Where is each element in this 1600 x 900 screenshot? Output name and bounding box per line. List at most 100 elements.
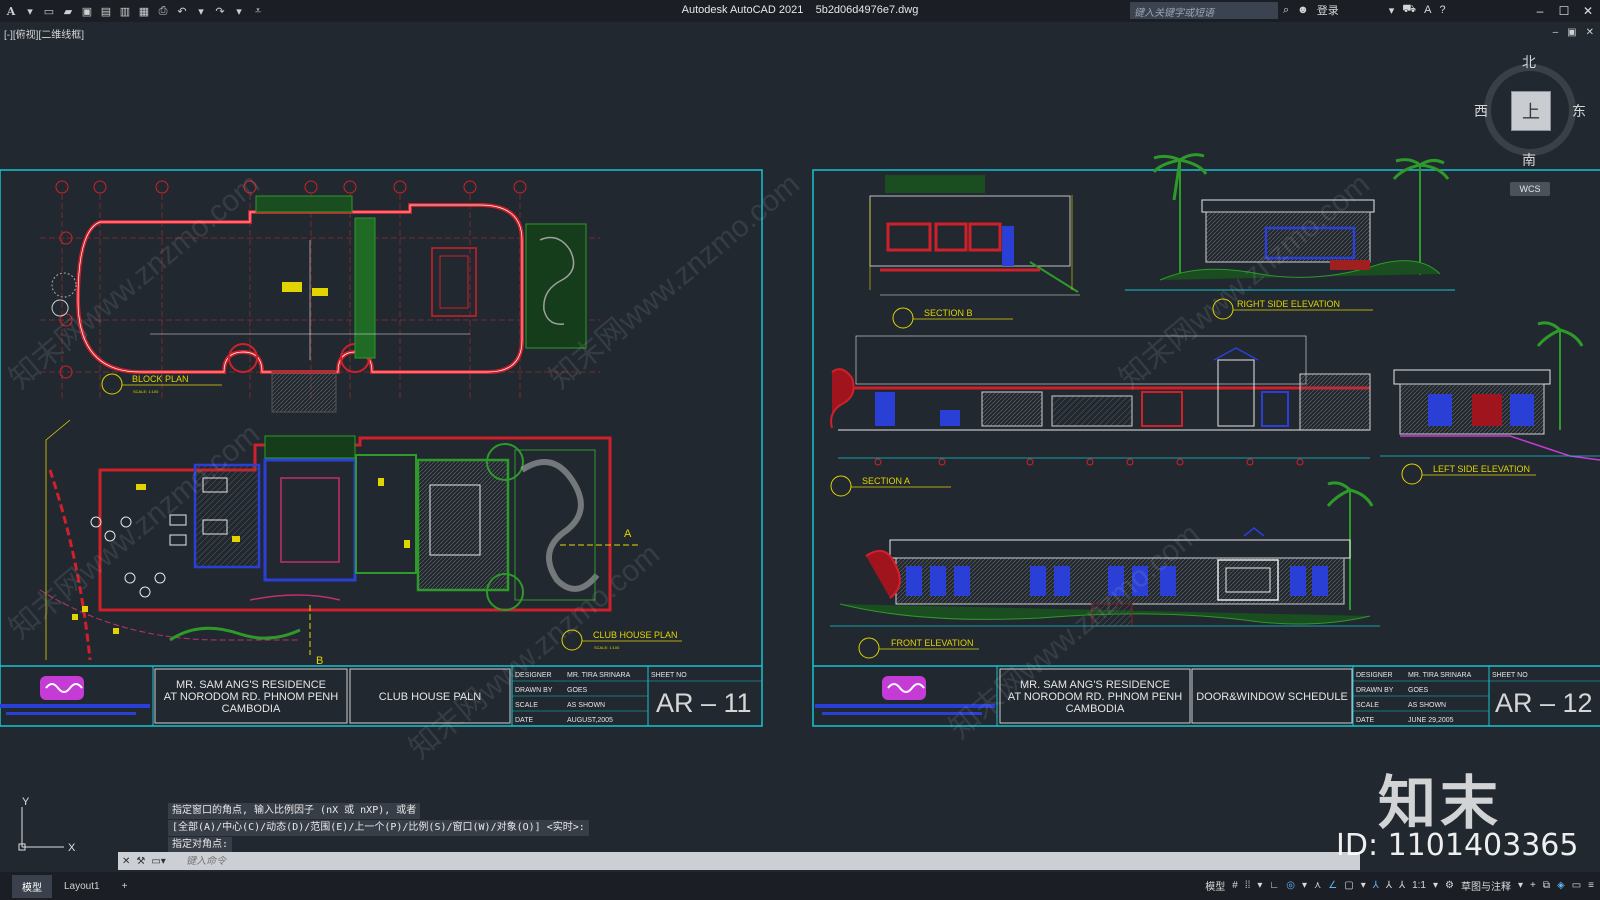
scale-value: AS SHOWN [1408,702,1446,709]
plot-icon[interactable]: ▦ [137,4,151,18]
doc-minimize-icon[interactable]: – [1553,27,1559,38]
polar-arrow-icon[interactable]: ▾ [1302,880,1307,891]
watermark-id: ID: 1101403365 [1336,828,1579,863]
scale-value: AS SHOWN [567,702,605,709]
recent-commands-icon[interactable]: ▭▾ [151,856,165,867]
viewcube[interactable]: 上 北 南 西 东 [1474,54,1586,170]
undo-arrow-icon[interactable]: ▾ [194,4,208,18]
command-input[interactable] [186,855,786,867]
autocad-logo-icon[interactable]: A [4,4,18,18]
cart-icon[interactable]: ⛟ [1402,3,1416,17]
customize-icon[interactable]: ⚒ [136,856,145,867]
minimize-icon[interactable]: – [1528,0,1552,22]
customization-menu-icon[interactable]: ≡ [1588,880,1594,891]
grid-icon[interactable]: # [1232,880,1238,891]
app-menu-arrow-icon[interactable]: ▾ [23,4,37,18]
club-house-plan-scale: SCALE: 1:100 [594,645,620,650]
web-mobile-icon[interactable]: ▥ [118,4,132,18]
compass-east[interactable]: 东 [1572,101,1586,121]
sheet-no-label: SHEET NO [1492,672,1528,679]
object-snap-arrow-icon[interactable]: ▾ [1361,880,1366,891]
compass-south[interactable]: 南 [1522,150,1536,170]
plus-icon[interactable]: + [1530,880,1536,891]
close-icon[interactable]: ✕ [1576,0,1600,22]
command-history-line: 指定窗口的角点, 输入比例因子 (nX 或 nXP), 或者 [168,803,421,819]
app-name: Autodesk AutoCAD 2021 [681,4,804,16]
ucs-x-label: X [68,842,76,854]
title-block-ar-12: MR. SAM ANG'S RESIDENCE AT NORODOM RD. P… [813,665,1600,726]
doc-restore-icon[interactable]: ▣ [1567,27,1576,38]
doc-close-icon[interactable]: ✕ [1586,27,1594,38]
model-space-toggle[interactable]: 模型 [1205,878,1225,893]
help-search-input[interactable]: 键入关键字或短语 [1130,2,1278,19]
maximize-icon[interactable]: ☐ [1552,0,1576,22]
workspace-switch[interactable]: 草图与注释 [1461,878,1511,893]
drawn-by-value: GOES [1408,687,1429,694]
add-layout-icon[interactable]: + [112,877,138,896]
designer-value: MR. TIRA SRINARA [567,672,631,679]
section-b-title: SECTION B [924,308,973,318]
object-snap-icon[interactable]: ▢ [1344,880,1353,891]
sheet-ar-11: A B BLOCK PLAN SCALE: 1:100 CLUB HOUSE P… [0,169,763,727]
auto-scale-icon[interactable]: ⅄ [1386,880,1392,891]
status-bar: 模型 Layout1 + 模型 # ⁞⁞ ▾ ∟ ◎ ▾ ⋏ ∠ ▢ ▾ ⅄ ⅄… [0,872,1600,900]
snap-arrow-icon[interactable]: ▾ [1257,880,1262,891]
login-link[interactable]: 登录 [1317,2,1339,18]
compass-north[interactable]: 北 [1522,52,1536,72]
close-command-icon[interactable]: ✕ [122,856,130,867]
redo-arrow-icon[interactable]: ▾ [232,4,246,18]
wcs-menu[interactable]: WCS [1510,182,1550,196]
gear-icon[interactable]: ⚙ [1445,880,1454,891]
sheet-no-label: SHEET NO [651,672,687,679]
save-icon[interactable]: ▣ [80,4,94,18]
customize-toolbar-icon[interactable]: ⩡ [251,4,265,18]
sheet-border [0,169,763,727]
watermark-text-3: 知末网www.znzmo.com [1113,168,1376,396]
viewcube-top-face[interactable]: 上 [1511,91,1551,131]
compass-west[interactable]: 西 [1474,101,1488,121]
date-label: DATE [1356,717,1374,724]
section-a-label: SECTION A [830,475,951,497]
drawn-by-label: DRAWN BY [1356,687,1394,694]
block-plan-title: BLOCK PLAN [132,374,189,384]
tab-model[interactable]: 模型 [12,874,52,898]
drawing-canvas[interactable]: A B BLOCK PLAN SCALE: 1:100 CLUB HOUSE P… [0,40,1600,860]
sheet-number: AR – 11 [656,688,752,718]
ortho-icon[interactable]: ∟ [1269,880,1279,891]
scale-label: SCALE [515,702,538,709]
workspace-arrow-icon[interactable]: ▾ [1518,880,1523,891]
annotation-visibility-icon[interactable]: ⅄ [1373,880,1379,891]
date-value: AUGUST,2005 [567,717,613,724]
isolate-objects-icon[interactable]: ◈ [1557,880,1565,891]
open-folder-icon[interactable]: ▰ [61,4,75,18]
redo-icon[interactable]: ↷ [213,4,227,18]
login-arrow-icon[interactable]: ▾ [1389,4,1395,17]
viewport-controls-label[interactable]: [-][俯视][二维线框] [4,26,84,41]
search-icon[interactable]: ⌕ [1283,4,1289,17]
right-side-elevation-title: RIGHT SIDE ELEVATION [1237,299,1340,309]
snap-icon[interactable]: ⁞⁞ [1245,880,1251,891]
annotation-scale-arrow-icon[interactable]: ▾ [1433,880,1438,891]
object-snap-tracking-icon[interactable]: ∠ [1328,880,1337,891]
units-icon[interactable]: ⧉ [1543,880,1550,891]
user-icon[interactable]: ☻ [1297,4,1309,16]
tab-layout1[interactable]: Layout1 [54,877,110,896]
save-as-icon[interactable]: ▤ [99,4,113,18]
left-side-elevation-label: LEFT SIDE ELEVATION [1401,463,1536,485]
drawn-by-value: GOES [567,687,588,694]
help-icon[interactable]: ? [1439,4,1445,16]
a360-icon[interactable]: A [1424,4,1431,16]
club-house-plan-title: CLUB HOUSE PLAN [593,630,678,640]
diagonal-watermark: 知末网www.znzmo.com 知末网www.znzmo.com 知末网www… [3,168,1376,766]
client-line-2: AT NORODOM RD. PHNOM PENH [164,691,338,703]
printer-icon[interactable]: ⎙ [156,4,170,18]
block-plan-scale: SCALE: 1:100 [133,389,159,394]
annotation-scale-value[interactable]: 1:1 [1412,880,1426,891]
polar-tracking-icon[interactable]: ◎ [1286,880,1295,891]
isodraft-icon[interactable]: ⋏ [1314,880,1321,891]
annotation-scale-icon[interactable]: ⅄ [1399,880,1405,891]
new-file-icon[interactable]: ▭ [42,4,56,18]
fullscreen-icon[interactable]: ▭ [1572,880,1581,891]
undo-icon[interactable]: ↶ [175,4,189,18]
ucs-y-label: Y [22,796,30,808]
